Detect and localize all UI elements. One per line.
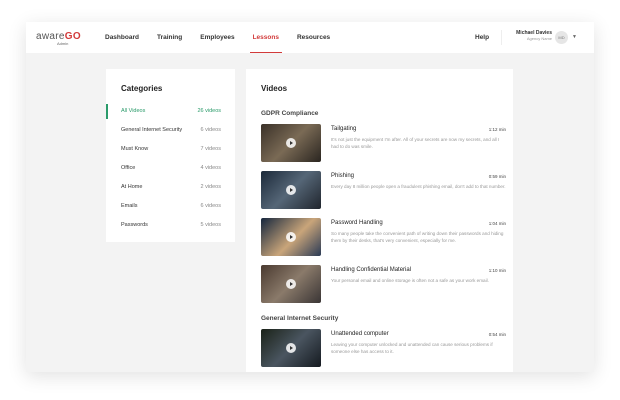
video-duration: 1:04 min	[488, 221, 506, 226]
categories-title: Categories	[121, 84, 163, 93]
play-icon[interactable]	[286, 232, 296, 242]
category-item[interactable]: All Videos 26 videos	[106, 102, 235, 120]
category-count: 6 videos	[200, 127, 222, 133]
category-item[interactable]: Office 4 videos	[106, 159, 235, 177]
logo-subtitle: Admin	[57, 41, 69, 46]
video-thumbnail[interactable]	[261, 329, 321, 367]
video-duration: 1:10 min	[488, 268, 506, 273]
user-info[interactable]: Michael Davies Agency Name	[514, 30, 552, 41]
category-item[interactable]: General Internet Security 6 videos	[106, 121, 235, 139]
nav-lessons[interactable]: Lessons	[249, 22, 283, 53]
video-item[interactable]: Tailgating 1:12 min It's not just the eq…	[261, 124, 506, 162]
nav-employees[interactable]: Employees	[200, 22, 234, 53]
videos-title: Videos	[261, 84, 288, 93]
section-title: GDPR Compliance	[261, 110, 319, 117]
category-item[interactable]: Emails 6 videos	[106, 197, 235, 215]
video-duration: 1:12 min	[488, 127, 506, 132]
category-item[interactable]: Must Know 7 videos	[106, 140, 235, 158]
nav-resources[interactable]: Resources	[297, 22, 330, 53]
category-count: 26 videos	[197, 108, 221, 114]
category-count: 2 videos	[200, 184, 222, 190]
video-item[interactable]: Handling Confidential Material 1:10 min …	[261, 265, 506, 303]
video-thumbnail[interactable]	[261, 218, 321, 256]
nav-training[interactable]: Training	[157, 22, 182, 53]
play-icon[interactable]	[286, 185, 296, 195]
chevron-down-icon[interactable]: ▼	[572, 34, 577, 40]
category-name: All Videos	[121, 108, 146, 114]
video-title: Password Handling	[331, 220, 383, 226]
help-link[interactable]: Help	[475, 22, 489, 53]
video-title: Tailgating	[331, 126, 357, 132]
video-item[interactable]: Phishing 0:59 min Every day 8 million pe…	[261, 171, 506, 209]
video-description: So many people take the convenient path …	[331, 231, 504, 243]
video-description: Every day 8 million people open a fraudu…	[331, 184, 506, 189]
category-name: Emails	[121, 203, 138, 209]
category-item[interactable]: At Home 2 videos	[106, 178, 235, 196]
video-description: Your personal email and online storage i…	[331, 278, 489, 283]
video-item[interactable]: Password Handling 1:04 min So many peopl…	[261, 218, 506, 256]
category-name: Must Know	[121, 146, 149, 152]
category-count: 5 videos	[200, 222, 222, 228]
play-icon[interactable]	[286, 138, 296, 148]
video-duration: 0:54 min	[488, 332, 506, 337]
video-description: Leaving your computer unlocked and unatt…	[331, 342, 493, 354]
category-count: 4 videos	[200, 165, 222, 171]
categories-panel: Categories All Videos 26 videos General In…	[106, 69, 235, 242]
category-name: General Internet Security	[121, 127, 183, 133]
avatar[interactable]: MD	[555, 31, 568, 44]
video-title: Unattended computer	[331, 331, 389, 337]
category-item[interactable]: Passwords 5 videos	[106, 216, 235, 234]
top-bar: awareGO Admin Dashboard Training Employe…	[26, 22, 594, 53]
category-name: Passwords	[121, 222, 148, 228]
video-thumbnail[interactable]	[261, 265, 321, 303]
main-nav: Dashboard Training Employees Lessons Res…	[105, 22, 348, 53]
category-name: Office	[121, 165, 136, 171]
category-count: 6 videos	[200, 203, 222, 209]
nav-dashboard[interactable]: Dashboard	[105, 22, 139, 53]
user-org: Agency Name	[526, 36, 552, 41]
video-title: Phishing	[331, 173, 355, 179]
videos-panel: Videos GDPR Compliance Tailgating 1:12 m…	[246, 69, 513, 372]
play-icon[interactable]	[286, 343, 296, 353]
app-window: awareGO Admin Dashboard Training Employe…	[26, 22, 594, 372]
video-description: It's not just the equipment I'm after. A…	[331, 137, 500, 149]
video-thumbnail[interactable]	[261, 124, 321, 162]
section-title: General Internet Security	[261, 315, 339, 322]
divider	[501, 30, 502, 45]
category-name: At Home	[121, 184, 143, 190]
video-item[interactable]: Unattended computer 0:54 min Leaving you…	[261, 329, 506, 367]
video-thumbnail[interactable]	[261, 171, 321, 209]
video-duration: 0:59 min	[488, 174, 506, 179]
video-title: Handling Confidential Material	[331, 267, 412, 273]
category-count: 7 videos	[200, 146, 222, 152]
play-icon[interactable]	[286, 279, 296, 289]
